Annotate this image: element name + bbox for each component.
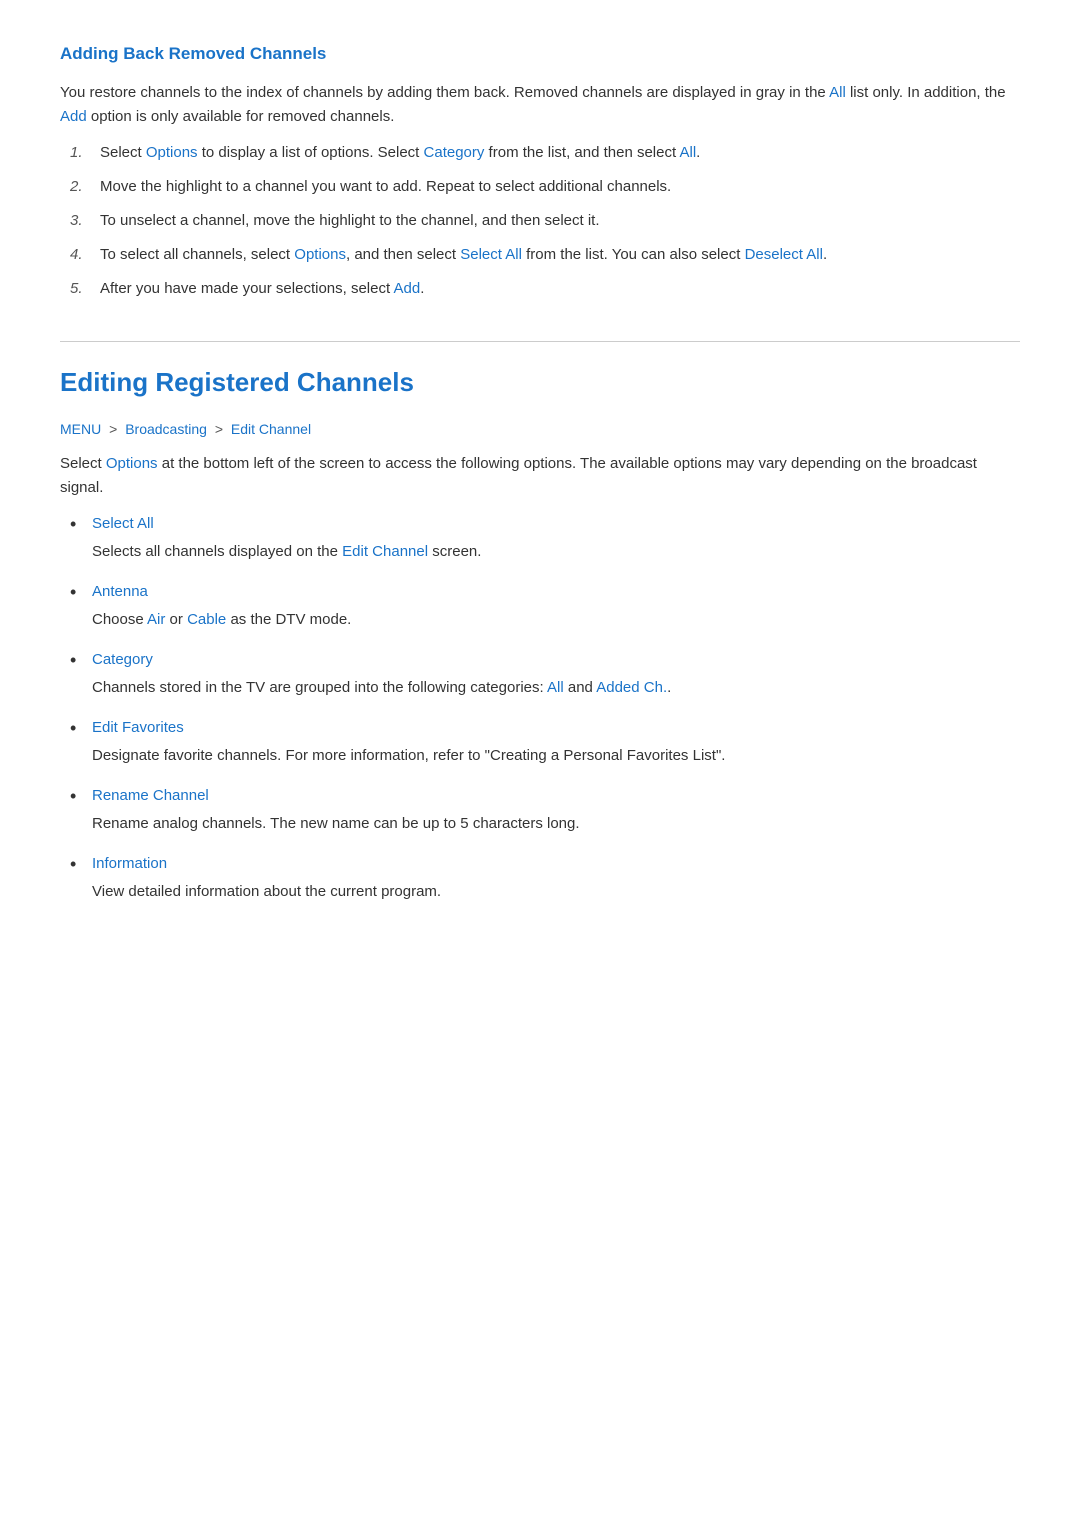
list-item-rename-channel: Rename Channel Rename analog channels. T… bbox=[70, 784, 1020, 836]
link-options-s4[interactable]: Options bbox=[294, 246, 346, 263]
item-title-category[interactable]: Category bbox=[92, 648, 1020, 672]
item-title-rename-channel[interactable]: Rename Channel bbox=[92, 784, 1020, 808]
list-item-category: Category Channels stored in the TV are g… bbox=[70, 648, 1020, 700]
link-all-cat[interactable]: All bbox=[547, 679, 564, 696]
section-editing-registered: Editing Registered Channels MENU > Broad… bbox=[60, 341, 1020, 904]
link-added-ch[interactable]: Added Ch. bbox=[596, 679, 667, 696]
item-desc-rename-channel: Rename analog channels. The new name can… bbox=[92, 812, 1020, 836]
item-title-information[interactable]: Information bbox=[92, 852, 1020, 876]
step-1: 1. Select Options to display a list of o… bbox=[70, 141, 1020, 165]
step-2: 2. Move the highlight to a channel you w… bbox=[70, 175, 1020, 199]
link-options-s2[interactable]: Options bbox=[106, 455, 158, 472]
list-item-antenna: Antenna Choose Air or Cable as the DTV m… bbox=[70, 580, 1020, 632]
link-cable[interactable]: Cable bbox=[187, 611, 226, 628]
item-desc-information: View detailed information about the curr… bbox=[92, 880, 1020, 904]
list-item-select-all: Select All Selects all channels displaye… bbox=[70, 512, 1020, 564]
breadcrumb-menu[interactable]: MENU bbox=[60, 421, 101, 437]
link-category-s1[interactable]: Category bbox=[424, 144, 485, 161]
list-item-edit-favorites: Edit Favorites Designate favorite channe… bbox=[70, 716, 1020, 768]
link-select-all-s4[interactable]: Select All bbox=[460, 246, 522, 263]
link-all-intro[interactable]: All bbox=[829, 84, 846, 101]
item-title-select-all[interactable]: Select All bbox=[92, 512, 1020, 536]
breadcrumb-broadcasting[interactable]: Broadcasting bbox=[125, 421, 207, 437]
step-4: 4. To select all channels, select Option… bbox=[70, 243, 1020, 267]
section1-steps: 1. Select Options to display a list of o… bbox=[60, 141, 1020, 301]
link-options-s1[interactable]: Options bbox=[146, 144, 198, 161]
section1-intro: You restore channels to the index of cha… bbox=[60, 81, 1020, 129]
link-edit-channel-desc[interactable]: Edit Channel bbox=[342, 543, 428, 560]
link-air[interactable]: Air bbox=[147, 611, 165, 628]
breadcrumb-edit-channel[interactable]: Edit Channel bbox=[231, 421, 311, 437]
link-add-intro[interactable]: Add bbox=[60, 108, 87, 125]
section1-title: Adding Back Removed Channels bbox=[60, 40, 1020, 67]
item-desc-select-all: Selects all channels displayed on the Ed… bbox=[92, 540, 1020, 564]
link-add-s5[interactable]: Add bbox=[394, 280, 421, 297]
section-adding-back: Adding Back Removed Channels You restore… bbox=[60, 40, 1020, 301]
item-desc-antenna: Choose Air or Cable as the DTV mode. bbox=[92, 608, 1020, 632]
section2-list: Select All Selects all channels displaye… bbox=[60, 512, 1020, 904]
step-5: 5. After you have made your selections, … bbox=[70, 277, 1020, 301]
link-deselect-all-s4[interactable]: Deselect All bbox=[745, 246, 823, 263]
item-title-edit-favorites[interactable]: Edit Favorites bbox=[92, 716, 1020, 740]
breadcrumb: MENU > Broadcasting > Edit Channel bbox=[60, 418, 1020, 440]
divider bbox=[60, 341, 1020, 342]
item-title-antenna[interactable]: Antenna bbox=[92, 580, 1020, 604]
link-all-s1[interactable]: All bbox=[680, 144, 697, 161]
item-desc-edit-favorites: Designate favorite channels. For more in… bbox=[92, 744, 1020, 768]
section2-title: Editing Registered Channels bbox=[60, 362, 1020, 404]
section2-intro: Select Options at the bottom left of the… bbox=[60, 452, 1020, 500]
list-item-information: Information View detailed information ab… bbox=[70, 852, 1020, 904]
item-desc-category: Channels stored in the TV are grouped in… bbox=[92, 676, 1020, 700]
step-3: 3. To unselect a channel, move the highl… bbox=[70, 209, 1020, 233]
